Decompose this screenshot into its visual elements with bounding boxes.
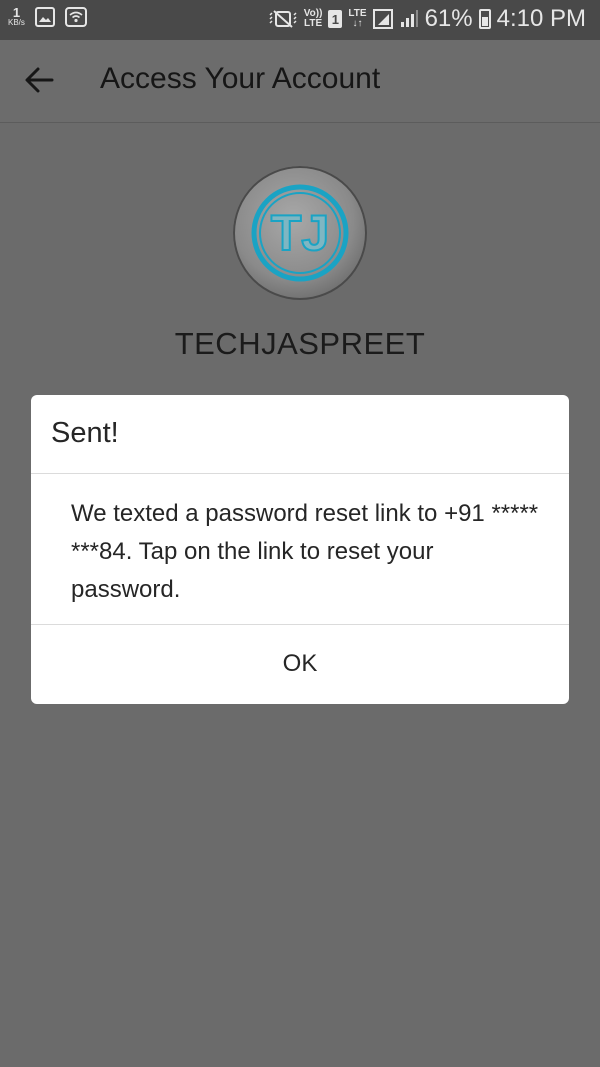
lte-indicator: LTE ↓↑ [348, 9, 366, 29]
signal-sim2-icon [400, 10, 418, 27]
wifi-notification-icon [64, 6, 87, 27]
app-bar: Access Your Account [0, 40, 600, 123]
tj-logo: TJ [251, 184, 349, 282]
volte-indicator: Vo)) LTE [304, 9, 323, 29]
account-username: TECHJASPREET [174, 326, 426, 361]
vibrate-mute-icon [269, 10, 297, 28]
back-button[interactable] [22, 62, 58, 98]
ok-button[interactable]: OK [31, 624, 569, 704]
avatar-monogram: TJ [271, 205, 329, 261]
status-bar: 1 KB/s Vo)) LTE 1 LTE ↓↑ 61% 4:10 PM [0, 0, 600, 40]
dialog-title: Sent! [51, 417, 119, 449]
battery-icon [478, 9, 491, 29]
sim-slot-badge: 1 [328, 10, 343, 28]
page-title: Access Your Account [100, 62, 381, 95]
lte-label-bottom: ↓↑ [352, 18, 363, 29]
status-right: Vo)) LTE 1 LTE ↓↑ 61% 4:10 PM [268, 5, 586, 33]
profile-avatar: TJ [233, 166, 367, 300]
sent-dialog: Sent! We texted a password reset link to… [31, 395, 569, 704]
dialog-message: We texted a password reset link to +91 *… [71, 500, 539, 603]
gallery-notification-icon [34, 6, 55, 27]
volte-label-bottom: LTE [303, 18, 323, 29]
data-rate-indicator: 1 KB/s [8, 6, 25, 27]
signal-sim1-icon [372, 9, 393, 29]
dialog-title-divider [31, 473, 569, 474]
back-arrow-icon [25, 67, 54, 93]
status-left: 1 KB/s [8, 6, 87, 27]
clock: 4:10 PM [496, 5, 586, 32]
data-rate-unit: KB/s [8, 18, 25, 27]
battery-percent: 61% [424, 5, 473, 32]
